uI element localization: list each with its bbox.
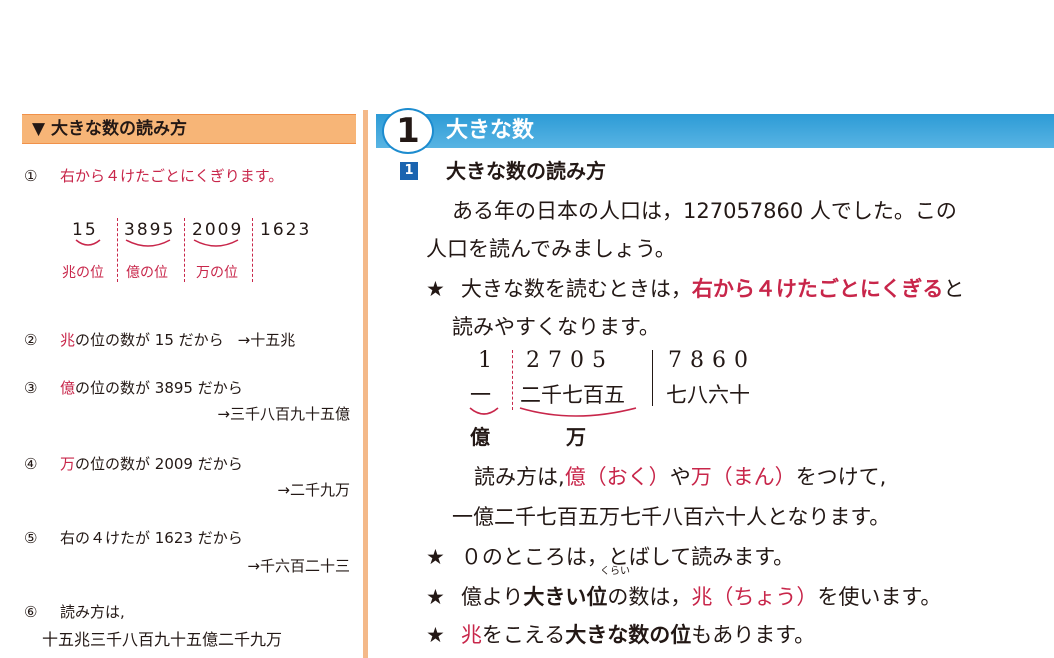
step-text: の位の数が 2009 だから [75,455,243,473]
label-oku: 億の位 [126,265,168,281]
highlight-cho: 兆（ちょう） [691,585,818,609]
brace-2 [125,239,171,247]
step-5-result: →千六百二十三 [247,557,350,575]
step-number: ③ [24,379,38,397]
divider-dashed-3 [252,218,253,282]
text: の数は， [607,585,692,609]
step-1: ① 右から４けたごとにくぎります。 [22,166,283,186]
star-icon: ★ [426,585,445,609]
example-kanji-3: 七八六十 [666,383,750,407]
highlight-oku: 億（おく） [564,465,670,489]
chapter-number: 1 [382,108,434,154]
star-1-line-2: 読みやすくなります。 [452,315,660,339]
step-3-result: →三千八百九十五億 [217,405,350,423]
step-text: 読み方は, [60,603,125,621]
text: 億より [460,585,524,609]
star-bullet-1: ★ 大きな数を読むときは，右から４けたごとにくぎると [426,274,964,304]
text: もあります。 [691,623,816,647]
paragraph-line-2: 人口を読んでみましょう。 [426,237,676,261]
ruby-kurai: くらい [600,566,630,577]
highlight-text: 右から４けたごとにくぎる [691,277,944,301]
step-text: 右から４けたごとにくぎります。 [60,167,284,185]
step-4: ④ 万の位の数が 2009 だから [22,454,243,474]
example-braces [469,407,637,417]
star-icon: ★ [426,545,445,569]
paragraph-line-1: ある年の日本の人口は，127057860 人でした。この [452,199,957,223]
group-braces [75,239,239,247]
unit-word: 兆 [60,331,76,349]
star-bullet-3: ★ 億より大きい位の数は，兆（ちょう）を使います。 [426,582,941,612]
text: 大きな数を読むときは， [460,277,692,301]
text: と [943,277,965,301]
highlight-man: 万（まん） [690,465,796,489]
step-number: ② [24,331,38,349]
label-cho: 兆の位 [62,265,104,281]
divider-dashed-1 [117,218,118,282]
step-number: ⑥ [24,603,38,621]
step-number: ④ [24,455,38,473]
section-header: ▼ 大きな数の読み方 [22,114,356,144]
brace-oku [469,407,499,415]
brace-3 [193,239,239,247]
reading-line-2: 一億二千七百五万七千八百六十人となります。 [452,505,891,529]
unit-word: 億 [60,379,76,397]
section-number: 1 [404,163,414,178]
example-digit-1: 1 [478,348,500,373]
step-6-result: 十五兆三千八百九十五億二千九万 [42,630,283,649]
chapter-title: 大きな数 [446,118,535,143]
step-text: 右の４けたが 1623 だから [60,529,243,547]
unit-oku: 億 [470,425,490,449]
step-5: ⑤ 右の４けたが 1623 だから [22,528,243,548]
bold-text: 大きい位 [523,585,608,609]
brace-1 [75,239,101,246]
step-result: →十五兆 [237,331,296,349]
star-icon: ★ [426,623,445,647]
step-text: の位の数が 15 だから [75,331,224,349]
text: や [669,465,691,489]
divider-dashed-2 [184,218,185,282]
highlight-cho: 兆 [460,623,482,647]
example-digit-3: 7860 [668,348,756,373]
example-divider-2 [652,350,653,406]
step-3: ③ 億の位の数が 3895 だから [22,378,243,398]
step-2: ② 兆の位の数が 15 だから →十五兆 [22,330,295,350]
star-icon: ★ [426,277,445,301]
example-divider-1 [512,350,513,410]
unit-man: 万 [566,425,586,449]
bold-text: 大きな数の位 [565,623,692,647]
reading-line-1: 読み方は,億（おく）や万（まん）をつけて, [474,462,886,492]
text: を使います。 [817,585,942,609]
text: 読み方は, [474,465,565,489]
unit-word: 万 [60,455,76,473]
star-bullet-4: ★ 兆をこえる大きな数の位もあります。 [426,620,815,650]
step-number: ⑤ [24,529,38,547]
text: をつけて, [795,465,887,489]
step-6: ⑥ 読み方は, [22,602,125,622]
step-text: の位の数が 3895 だから [75,379,243,397]
label-man: 万の位 [196,265,238,281]
step-4-result: →二千九万 [277,481,350,499]
text: をこえる [481,623,566,647]
example-digit-2: 2705 [526,348,614,373]
section-title: 大きな数の読み方 [446,159,606,183]
column-divider [363,110,368,658]
step-number: ① [24,167,38,185]
brace-man [519,407,637,417]
